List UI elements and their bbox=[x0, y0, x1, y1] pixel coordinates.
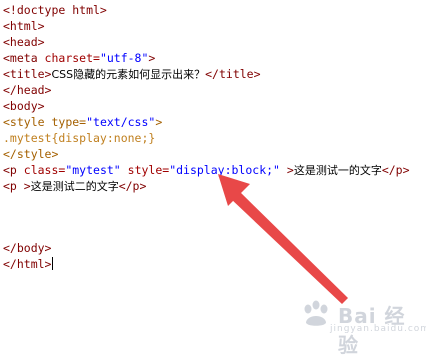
arrow-shaft bbox=[230, 190, 348, 304]
baidu-jingyan-watermark: Bai 经验 jingyan.baidu.com bbox=[300, 298, 426, 357]
annotation-arrow-icon bbox=[218, 174, 348, 304]
watermark-subtext: jingyan.baidu.com bbox=[330, 324, 426, 334]
